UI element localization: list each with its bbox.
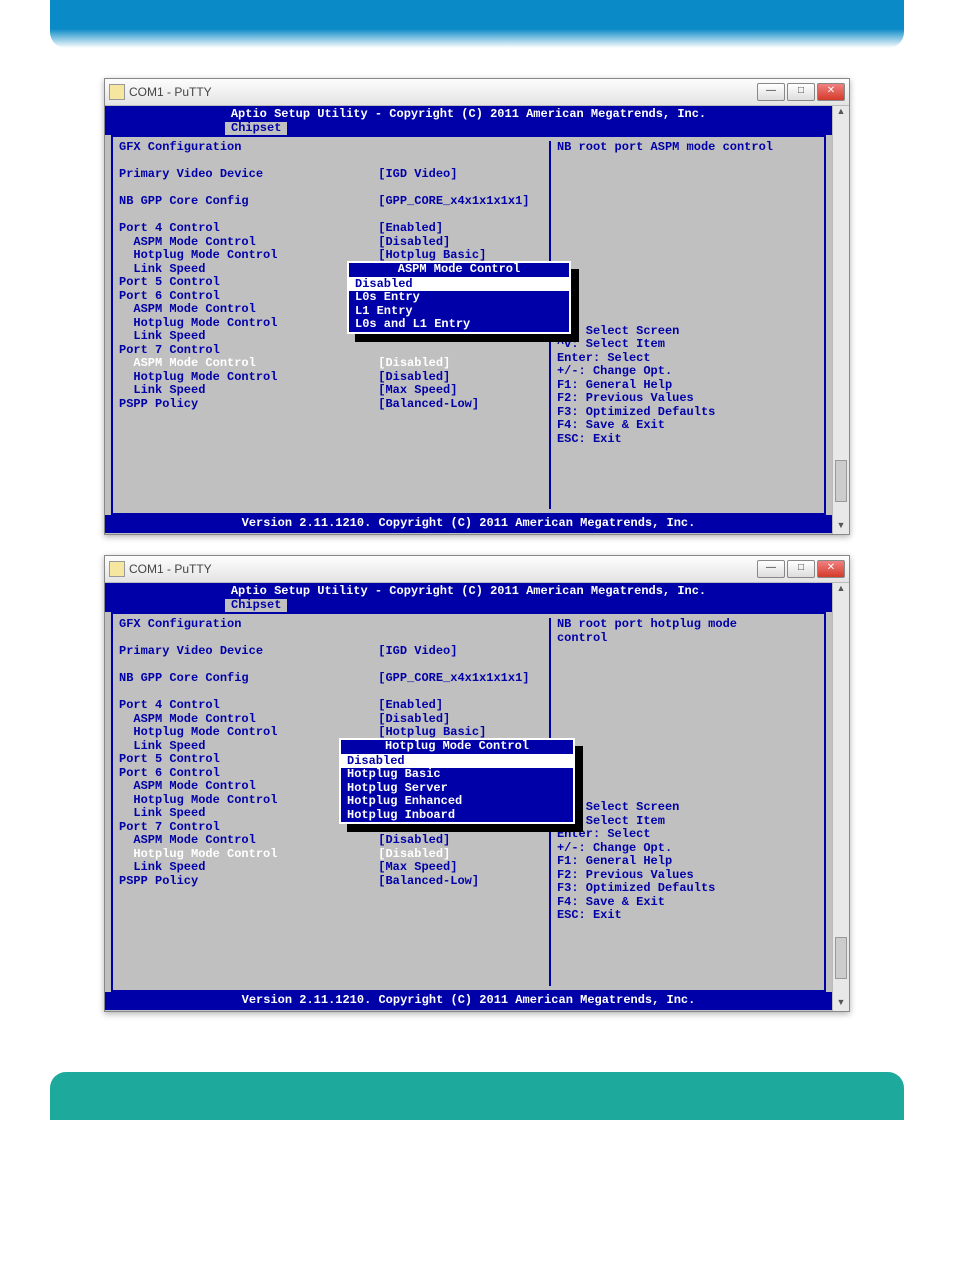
bios-right-panel: NB root port ASPM mode control ><: Selec… [551,141,818,509]
bios-setting-row[interactable] [119,209,545,223]
help-key-line: ><: Select Screen [557,801,818,815]
help-key-line: F2: Previous Values [557,869,818,883]
popup-option[interactable]: Disabled [341,755,573,769]
bios-setting-row[interactable]: NB GPP Core Config [GPP_CORE_x4x1x1x1x1] [119,195,545,209]
popup-option[interactable]: Hotplug Basic [341,768,573,782]
window-title: COM1 - PuTTY [129,85,212,99]
bios-setting-row[interactable]: ASPM Mode Control [Disabled] [119,357,545,371]
help-key-line: +/-: Change Opt. [557,365,818,379]
bios-setting-row[interactable]: Hotplug Mode Control [Disabled] [119,371,545,385]
help-description: NB root port hotplug mode control [557,618,818,645]
putty-icon [109,561,125,577]
scrollbar[interactable]: ▲ ▼ [832,583,849,1011]
bios-setting-row[interactable] [119,659,545,673]
maximize-button[interactable]: □ [787,83,815,101]
titlebar: COM1 - PuTTY — □ ✕ [105,79,849,106]
bios-setting-row[interactable]: Port 7 Control [119,344,545,358]
help-key-line: F4: Save & Exit [557,419,818,433]
bios-setting-row[interactable]: NB GPP Core Config [GPP_CORE_x4x1x1x1x1] [119,672,545,686]
hotplug-popup[interactable]: Hotplug Mode Control DisabledHotplug Bas… [339,738,575,824]
aspm-popup[interactable]: ASPM Mode Control DisabledL0s EntryL1 En… [347,261,571,334]
bios-setting-row[interactable] [119,686,545,700]
bios-setting-row[interactable]: Port 4 Control [Enabled] [119,699,545,713]
maximize-button[interactable]: □ [787,560,815,578]
bios-setting-row[interactable]: ASPM Mode Control [Disabled] [119,236,545,250]
popup-option[interactable]: L0s Entry [349,291,569,305]
popup-option[interactable]: Disabled [349,278,569,292]
bios-setting-row[interactable] [119,182,545,196]
popup-option[interactable]: Hotplug Server [341,782,573,796]
bios-setting-row[interactable]: GFX Configuration [119,141,545,155]
scroll-up-icon[interactable]: ▲ [834,583,848,597]
bios-setting-row[interactable] [119,632,545,646]
help-key-line: F1: General Help [557,855,818,869]
bios-setting-row[interactable] [119,155,545,169]
bios-setting-row[interactable]: Primary Video Device [IGD Video] [119,645,545,659]
bios-setting-row[interactable]: Hotplug Mode Control [Disabled] [119,848,545,862]
popup-option[interactable]: L1 Entry [349,305,569,319]
help-key-line: Enter: Select [557,828,818,842]
putty-icon [109,84,125,100]
bios-setting-row[interactable]: PSPP Policy [Balanced-Low] [119,398,545,412]
help-key-line: ESC: Exit [557,433,818,447]
help-key-line: ><: Select Screen [557,325,818,339]
page-footer-banner [50,1072,904,1120]
bios-setting-row[interactable]: PSPP Policy [Balanced-Low] [119,875,545,889]
bios-right-panel: NB root port hotplug mode control ><: Se… [551,618,818,986]
bios-setting-row[interactable]: Primary Video Device [IGD Video] [119,168,545,182]
bios-screen[interactable]: Aptio Setup Utility - Copyright (C) 2011… [105,583,832,1011]
bios-setting-row[interactable]: ASPM Mode Control [Disabled] [119,834,545,848]
bios-tab-chipset[interactable]: Chipset [225,122,287,136]
bios-header: Aptio Setup Utility - Copyright (C) 2011… [105,583,832,612]
bios-setting-row[interactable]: ASPM Mode Control [Disabled] [119,713,545,727]
bios-setting-row[interactable]: Port 4 Control [Enabled] [119,222,545,236]
scroll-up-icon[interactable]: ▲ [834,106,848,120]
bios-header: Aptio Setup Utility - Copyright (C) 2011… [105,106,832,135]
bios-tab-chipset[interactable]: Chipset [225,599,287,613]
window-title: COM1 - PuTTY [129,562,212,576]
popup-title: ASPM Mode Control [349,263,569,278]
page-header-banner [50,0,904,48]
help-key-line: Enter: Select [557,352,818,366]
popup-option[interactable]: Hotplug Inboard [341,809,573,823]
close-button[interactable]: ✕ [817,560,845,578]
bios-footer: Version 2.11.1210. Copyright (C) 2011 Am… [105,515,832,533]
popup-option[interactable]: Hotplug Enhanced [341,795,573,809]
help-key-line: F2: Previous Values [557,392,818,406]
help-key-line: F4: Save & Exit [557,896,818,910]
help-description: NB root port ASPM mode control [557,141,818,155]
help-key-line: ^v: Select Item [557,815,818,829]
scrollbar[interactable]: ▲ ▼ [832,106,849,534]
putty-window-2: COM1 - PuTTY — □ ✕ Aptio Setup Utility -… [104,555,850,1012]
scroll-down-icon[interactable]: ▼ [834,997,848,1011]
help-key-line: F1: General Help [557,379,818,393]
help-key-line: +/-: Change Opt. [557,842,818,856]
close-button[interactable]: ✕ [817,83,845,101]
bios-footer: Version 2.11.1210. Copyright (C) 2011 Am… [105,992,832,1010]
popup-title: Hotplug Mode Control [341,740,573,755]
help-key-line: ^v: Select Item [557,338,818,352]
help-key-line: F3: Optimized Defaults [557,406,818,420]
titlebar: COM1 - PuTTY — □ ✕ [105,556,849,583]
bios-screen[interactable]: Aptio Setup Utility - Copyright (C) 2011… [105,106,832,534]
bios-left-panel[interactable]: GFX Configuration Primary Video Device [… [119,618,551,986]
scroll-down-icon[interactable]: ▼ [834,520,848,534]
bios-setting-row[interactable]: Link Speed [Max Speed] [119,861,545,875]
minimize-button[interactable]: — [757,83,785,101]
minimize-button[interactable]: — [757,560,785,578]
bios-setting-row[interactable]: GFX Configuration [119,618,545,632]
help-key-line: F3: Optimized Defaults [557,882,818,896]
help-key-line: ESC: Exit [557,909,818,923]
putty-window-1: COM1 - PuTTY — □ ✕ Aptio Setup Utility -… [104,78,850,535]
popup-option[interactable]: L0s and L1 Entry [349,318,569,332]
bios-left-panel[interactable]: GFX Configuration Primary Video Device [… [119,141,551,509]
bios-setting-row[interactable]: Link Speed [Max Speed] [119,384,545,398]
